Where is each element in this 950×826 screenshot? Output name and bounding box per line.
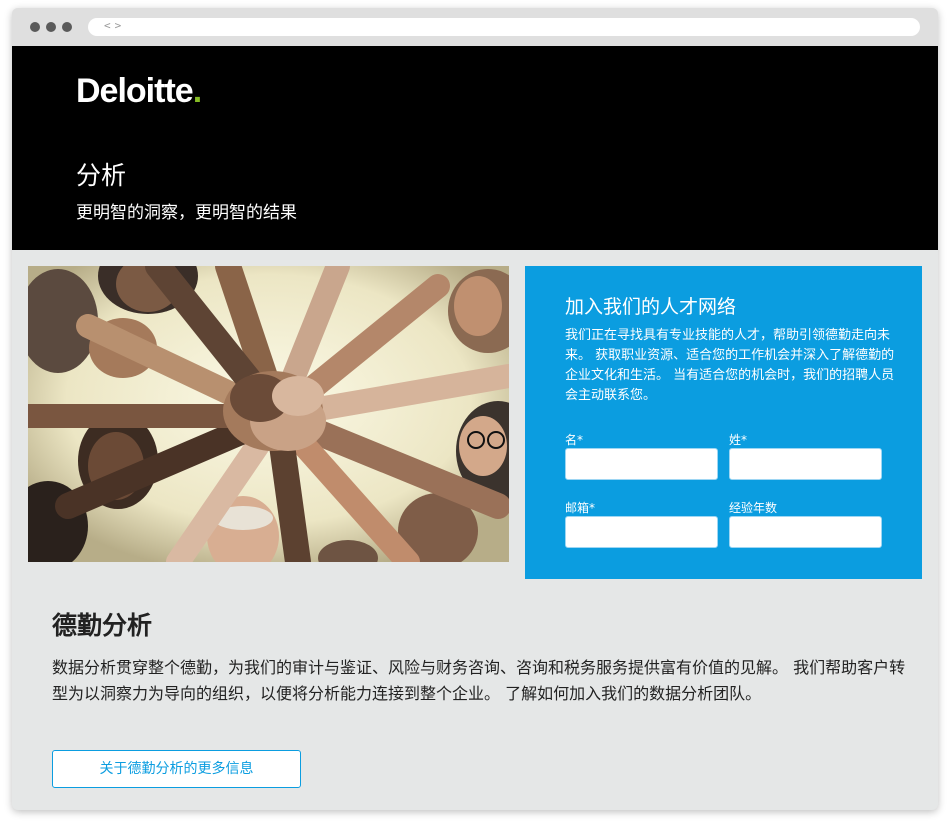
email-input[interactable] xyxy=(565,516,718,548)
deloitte-logo[interactable]: Deloitte. xyxy=(76,72,203,111)
first-name-label: 名* xyxy=(565,433,584,447)
hero-banner: Deloitte. 分析 更明智的洞察，更明智的结果 xyxy=(12,46,938,250)
experience-input[interactable] xyxy=(729,516,882,548)
logo-text: Deloitte xyxy=(76,72,194,110)
window-minimize-dot[interactable] xyxy=(46,22,56,32)
more-info-button[interactable]: 关于德勤分析的更多信息 xyxy=(52,750,301,788)
team-photo-illustration xyxy=(28,266,509,562)
first-name-input[interactable] xyxy=(565,448,718,480)
last-name-label: 姓* xyxy=(729,433,748,447)
logo-green-dot: . xyxy=(192,72,203,110)
browser-toolbar: <> xyxy=(12,8,938,46)
team-hands-photo xyxy=(28,266,509,562)
talent-network-form: 加入我们的人才网络 我们正在寻找具有专业技能的人才，帮助引领德勤走向未来。 获取… xyxy=(525,266,922,579)
last-name-input[interactable] xyxy=(729,448,882,480)
window-close-dot[interactable] xyxy=(30,22,40,32)
window-maximize-dot[interactable] xyxy=(62,22,72,32)
email-label: 邮箱* xyxy=(565,501,596,515)
address-bar[interactable]: <> xyxy=(88,18,920,36)
section-title: 德勤分析 xyxy=(52,611,153,640)
nav-arrows-icon[interactable]: <> xyxy=(104,19,125,32)
experience-label: 经验年数 xyxy=(729,501,778,515)
form-description: 我们正在寻找具有专业技能的人才，帮助引领德勤走向未来。 获取职业资源、适合您的工… xyxy=(565,328,895,403)
form-title: 加入我们的人才网络 xyxy=(565,296,737,318)
page-title: 分析 xyxy=(76,161,127,190)
section-body: 数据分析贯穿整个德勤，为我们的审计与鉴证、风险与财务咨询、咨询和税务服务提供富有… xyxy=(52,658,906,703)
page-subtitle: 更明智的洞察，更明智的结果 xyxy=(76,203,297,223)
browser-window: <> Deloitte. 分析 更明智的洞察，更明智的结果 加入我们的人才网络 … xyxy=(12,8,938,810)
